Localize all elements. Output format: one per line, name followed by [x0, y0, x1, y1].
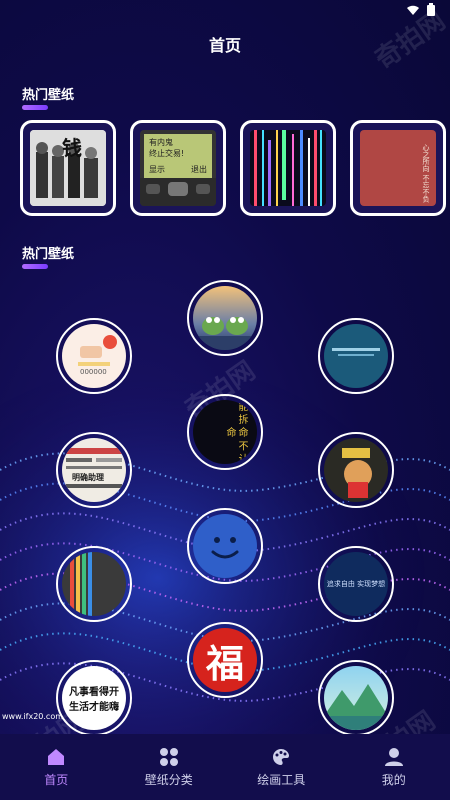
wallpaper-circle-lines[interactable]	[56, 546, 132, 622]
circle-thumb	[62, 552, 126, 616]
poem-text: 心之所向 不忘不负	[422, 144, 430, 203]
phone-screen: 有内鬼 终止交易! 显示 退出	[144, 134, 212, 178]
wallpaper-thumb: 有内鬼 终止交易! 显示 退出	[140, 130, 216, 206]
grid-icon	[159, 747, 179, 767]
ninja-text: 能 拆 命 不 认 命	[224, 400, 247, 464]
wallpaper-circle-frogs[interactable]	[187, 280, 263, 356]
tab-wallpaper-category[interactable]: 壁纸分类	[113, 734, 226, 800]
circle-thumb	[324, 324, 388, 388]
tab-home[interactable]: 首页	[0, 734, 113, 800]
news-text: 明确助理	[72, 473, 104, 482]
motto-line-2: 生活才能嗨	[69, 702, 119, 713]
circle-thumb: 福	[193, 628, 257, 692]
section-title-text: 热门壁纸	[22, 247, 75, 262]
phone-line-1: 有内鬼	[149, 138, 173, 147]
wallpaper-circle-ninja[interactable]: 能 拆 命 不 认 命	[187, 394, 263, 470]
fries-code: 000000	[80, 368, 107, 376]
circle-thumb: 凡事看得开 生活才能嗨	[62, 666, 126, 730]
circle-thumb: 明确助理	[62, 438, 126, 502]
hot-wallpaper-card-4[interactable]: 心之所向 不忘不负	[350, 120, 446, 216]
section-title-hot-2: 热门壁纸	[22, 243, 74, 269]
wallpaper-circle-text-blue[interactable]: 追求自由 实现梦想	[318, 546, 394, 622]
wallpaper-circle-news[interactable]: 明确助理	[56, 432, 132, 508]
hot-wallpaper-card-3[interactable]	[240, 120, 336, 216]
color-stripes	[70, 552, 92, 616]
header: 首页	[0, 22, 450, 66]
user-icon	[384, 747, 404, 767]
mountain-illustration	[324, 684, 388, 730]
section-title-underline	[22, 264, 48, 269]
wallpaper-thumb: 心之所向 不忘不负	[360, 130, 436, 206]
home-icon	[46, 747, 66, 767]
wallpaper-circle-motto[interactable]: 凡事看得开 生活才能嗨	[56, 660, 132, 736]
battery-icon	[427, 3, 435, 16]
circle-thumb	[193, 514, 257, 578]
bottom-tab-bar: 首页 壁纸分类 绘画工具 我的	[0, 734, 450, 800]
section-title-hot: 热门壁纸	[22, 84, 74, 110]
page-title: 首页	[208, 36, 241, 55]
kid-illustration	[342, 448, 372, 498]
newspaper-illustration	[66, 448, 122, 488]
hot-wallpaper-card-1[interactable]: 钱	[20, 120, 116, 216]
card-overlay-text: 钱	[62, 136, 82, 160]
fries-illustration	[78, 335, 117, 366]
circle-thumb: 能 拆 命 不 认 命	[193, 400, 257, 464]
section-title-underline	[22, 105, 48, 110]
phone-left-key: 显示	[149, 165, 165, 174]
circle-thumb	[193, 286, 257, 350]
motto-caption: www.ifx20.com	[2, 712, 64, 721]
smiley-icon	[211, 537, 239, 559]
wifi-icon	[407, 5, 419, 15]
circle-thumb: 000000	[62, 324, 126, 388]
hot-wallpaper-card-2[interactable]: 有内鬼 终止交易! 显示 退出	[130, 120, 226, 216]
wallpaper-circle-fu[interactable]: 福	[187, 622, 263, 698]
wallpaper-circle-mountain[interactable]	[318, 660, 394, 736]
tab-label: 我的	[381, 772, 406, 787]
glitch-lines	[254, 130, 322, 206]
wallpaper-circle-fries[interactable]: 000000	[56, 318, 132, 394]
tab-label: 绘画工具	[257, 772, 306, 787]
teal-illustration	[332, 348, 380, 356]
circle-thumb	[324, 438, 388, 502]
hot-wallpaper-row: 钱 有内鬼 终止交易! 显示 退出 心之所向 不忘不负	[20, 120, 446, 216]
tab-label: 首页	[44, 772, 69, 787]
status-bar	[0, 0, 450, 22]
phone-right-key: 退出	[191, 165, 207, 174]
wallpaper-thumb: 钱	[30, 130, 106, 206]
frogs-illustration	[193, 317, 257, 350]
wallpaper-circle-smiley[interactable]	[187, 508, 263, 584]
tab-draw-tools[interactable]: 绘画工具	[225, 734, 338, 800]
app-root: 奇拍网 奇拍网 奇拍网 奇拍网 首页 热门壁纸	[0, 0, 450, 800]
wallpaper-thumb	[250, 130, 326, 206]
phone-keypad	[140, 178, 216, 206]
circle-thumb	[324, 666, 388, 730]
circle-thumb: 追求自由 实现梦想	[324, 552, 388, 616]
wallpaper-circle-kid[interactable]	[318, 432, 394, 508]
palette-icon	[271, 747, 291, 767]
tab-label: 壁纸分类	[144, 772, 193, 787]
blue-text: 追求自由 实现梦想	[326, 580, 386, 588]
tab-mine[interactable]: 我的	[338, 734, 450, 800]
section-title-text: 热门壁纸	[22, 88, 75, 103]
phone-line-2: 终止交易!	[149, 149, 185, 158]
motto-line-1: 凡事看得开	[69, 687, 119, 698]
wallpaper-circle-teal[interactable]	[318, 318, 394, 394]
fu-text: 福	[205, 641, 244, 686]
